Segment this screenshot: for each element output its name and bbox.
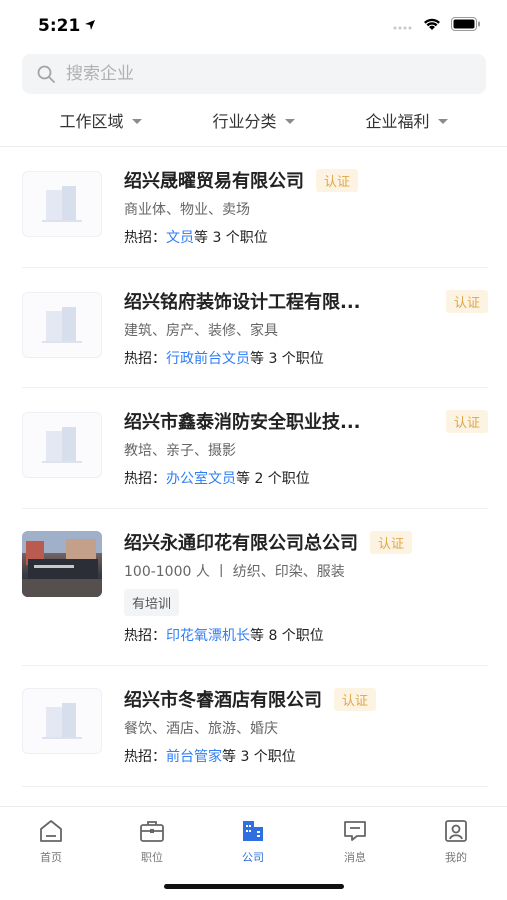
company-name-row: 绍兴铭府装饰设计工程有限... 认证 xyxy=(124,288,488,314)
verified-badge: 认证 xyxy=(370,530,413,554)
building-icon xyxy=(243,821,263,841)
profile-icon xyxy=(445,820,467,842)
tab-jobs[interactable]: 职位 xyxy=(122,817,182,865)
building-placeholder-icon xyxy=(42,307,82,343)
status-indicators xyxy=(393,17,481,31)
filter-label: 工作区域 xyxy=(59,112,124,131)
verified-badge: 认证 xyxy=(445,289,488,313)
status-time: 5:21 xyxy=(38,16,81,36)
training-tag: 有培训 xyxy=(124,589,180,616)
tab-company[interactable]: 公司 xyxy=(223,817,283,865)
company-industry: 建筑、房产、装修、家具 xyxy=(124,323,278,339)
company-logo-placeholder xyxy=(22,412,102,478)
hot-suffix: 等 3 个职位 xyxy=(194,230,268,246)
company-list: 绍兴晟曜贸易有限公司 认证 商业体、物业、卖场 热招：文员等 3 个职位 绍兴铭… xyxy=(0,147,507,787)
hot-prefix: 热招： xyxy=(124,628,166,644)
company-size-industry: 100-1000 人 丨 纺织、印染、服装 xyxy=(124,564,345,580)
filter-work-area[interactable]: 工作区域 xyxy=(59,108,142,132)
filter-industry[interactable]: 行业分类 xyxy=(212,108,295,132)
filter-benefits[interactable]: 企业福利 xyxy=(365,108,448,132)
company-card[interactable]: 绍兴市冬睿酒店有限公司 认证 餐饮、酒店、旅游、婚庆 热招：前台管家等 3 个职… xyxy=(22,666,488,787)
hot-jobs: 热招：前台管家等 3 个职位 xyxy=(124,746,296,766)
company-industry: 商业体、物业、卖场 xyxy=(124,202,250,218)
signal-icon xyxy=(393,26,412,30)
caret-down-icon xyxy=(131,118,142,124)
hot-jobs: 热招：行政前台文员等 3 个职位 xyxy=(124,348,324,368)
caret-down-icon xyxy=(284,118,295,124)
tab-home[interactable]: 首页 xyxy=(21,817,81,865)
verified-badge: 认证 xyxy=(334,687,377,711)
battery-icon xyxy=(451,17,480,31)
filter-label: 行业分类 xyxy=(212,112,277,131)
search-icon xyxy=(37,65,55,83)
hot-prefix: 热招： xyxy=(124,749,166,765)
company-name: 绍兴永通印花有限公司总公司 xyxy=(124,533,358,554)
verified-badge: 认证 xyxy=(316,168,359,192)
hot-job-link[interactable]: 办公室文员 xyxy=(166,471,236,487)
status-bar: 5:21 xyxy=(0,0,507,50)
company-name-row: 绍兴晟曜贸易有限公司 认证 xyxy=(124,167,359,193)
company-name: 绍兴市冬睿酒店有限公司 xyxy=(124,690,322,711)
hot-suffix: 等 2 个职位 xyxy=(236,471,310,487)
hot-job-link[interactable]: 行政前台文员 xyxy=(166,351,250,367)
company-logo-placeholder xyxy=(22,688,102,754)
company-name-row: 绍兴永通印花有限公司总公司 认证 xyxy=(124,529,413,555)
tab-label: 首页 xyxy=(40,851,62,864)
building-photo-icon xyxy=(22,531,102,597)
tab-label: 消息 xyxy=(344,851,366,864)
hot-jobs: 热招：印花氧漂机长等 8 个职位 xyxy=(124,625,324,645)
company-card[interactable]: 绍兴市鑫泰消防安全职业技... 认证 教培、亲子、摄影 热招：办公室文员等 2 … xyxy=(22,388,488,509)
home-icon xyxy=(40,820,62,842)
hot-job-link[interactable]: 印花氧漂机长 xyxy=(166,628,250,644)
company-name: 绍兴晟曜贸易有限公司 xyxy=(124,171,304,192)
tab-label: 职位 xyxy=(141,851,163,864)
hot-jobs: 热招：办公室文员等 2 个职位 xyxy=(124,468,310,488)
hot-job-link[interactable]: 前台管家 xyxy=(166,749,222,765)
search-bar[interactable] xyxy=(22,54,486,94)
hot-suffix: 等 3 个职位 xyxy=(222,749,296,765)
tab-label: 公司 xyxy=(242,851,264,864)
company-name: 绍兴铭府装饰设计工程有限... xyxy=(124,292,361,313)
hot-jobs: 热招：文员等 3 个职位 xyxy=(124,227,268,247)
location-arrow-icon xyxy=(85,20,95,30)
building-placeholder-icon xyxy=(42,427,82,463)
company-logo-placeholder xyxy=(22,292,102,358)
wifi-icon xyxy=(424,18,440,30)
briefcase-icon xyxy=(140,821,164,842)
company-logo-placeholder xyxy=(22,171,102,237)
hot-suffix: 等 3 个职位 xyxy=(250,351,324,367)
company-name: 绍兴市鑫泰消防安全职业技... xyxy=(124,412,361,433)
company-industry: 教培、亲子、摄影 xyxy=(124,443,236,459)
building-placeholder-icon xyxy=(42,703,82,739)
filter-label: 企业福利 xyxy=(365,112,430,131)
company-card[interactable]: 绍兴永通印花有限公司总公司 认证 100-1000 人 丨 纺织、印染、服装 有… xyxy=(22,509,488,666)
tab-label: 我的 xyxy=(445,851,467,864)
company-industry: 餐饮、酒店、旅游、婚庆 xyxy=(124,721,278,737)
company-photo xyxy=(22,531,102,597)
message-icon xyxy=(344,821,366,841)
hot-job-link[interactable]: 文员 xyxy=(166,230,194,246)
filter-bar: 工作区域 行业分类 企业福利 xyxy=(0,100,507,140)
caret-down-icon xyxy=(437,118,448,124)
company-name-row: 绍兴市鑫泰消防安全职业技... 认证 xyxy=(124,408,488,434)
building-placeholder-icon xyxy=(42,186,82,222)
company-card[interactable]: 绍兴晟曜贸易有限公司 认证 商业体、物业、卖场 热招：文员等 3 个职位 xyxy=(22,147,488,268)
home-indicator[interactable] xyxy=(164,884,344,889)
hot-suffix: 等 8 个职位 xyxy=(250,628,324,644)
verified-badge: 认证 xyxy=(445,409,488,433)
company-name-row: 绍兴市冬睿酒店有限公司 认证 xyxy=(124,686,377,712)
tab-messages[interactable]: 消息 xyxy=(325,817,385,865)
company-card[interactable]: 绍兴铭府装饰设计工程有限... 认证 建筑、房产、装修、家具 热招：行政前台文员… xyxy=(22,268,488,388)
hot-prefix: 热招： xyxy=(124,471,166,487)
hot-prefix: 热招： xyxy=(124,351,166,367)
hot-prefix: 热招： xyxy=(124,230,166,246)
search-input[interactable] xyxy=(66,64,446,84)
tab-profile[interactable]: 我的 xyxy=(426,817,486,865)
